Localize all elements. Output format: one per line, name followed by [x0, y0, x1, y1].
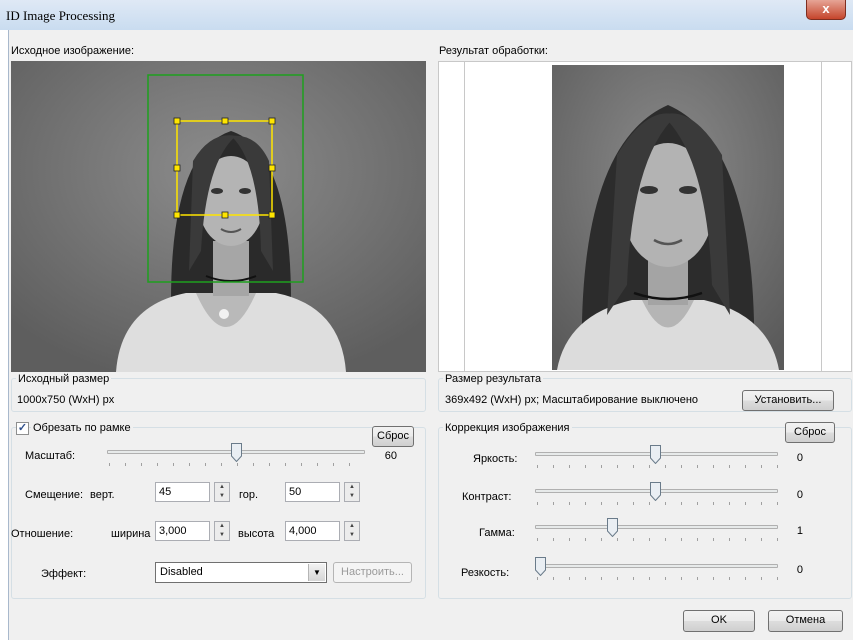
width-input[interactable]: 3,000: [155, 521, 210, 541]
crop-checkbox[interactable]: ✓: [16, 422, 29, 435]
sharpness-slider-thumb[interactable]: [535, 557, 546, 576]
result-photo: [552, 65, 784, 370]
sharpness-slider-ticks: [537, 577, 778, 580]
source-image-view[interactable]: [11, 61, 426, 372]
width-spinner[interactable]: ▲ ▼: [214, 521, 230, 541]
scale-slider-ticks: [109, 463, 365, 466]
gamma-slider-thumb[interactable]: [607, 518, 618, 537]
height-spinner[interactable]: ▲ ▼: [344, 521, 360, 541]
scale-label: Масштаб:: [25, 450, 76, 462]
effect-select-value: Disabled: [160, 566, 203, 578]
source-image-label: Исходное изображение:: [11, 45, 135, 57]
contrast-label: Контраст:: [462, 491, 512, 503]
height-input[interactable]: 4,000: [285, 521, 340, 541]
result-size-caption: Размер результата: [443, 373, 544, 385]
title-bar: ID Image Processing x: [0, 0, 853, 30]
brightness-slider-thumb[interactable]: [650, 445, 661, 464]
sharpness-label: Резкость:: [461, 567, 510, 579]
gamma-value: 1: [796, 525, 803, 537]
correction-reset-button[interactable]: Сброс: [785, 422, 835, 443]
crop-checkbox-label: Обрезать по рамке: [31, 422, 133, 434]
gamma-label: Гамма:: [479, 527, 515, 539]
result-image-label: Результат обработки:: [439, 45, 548, 57]
offset-label: Смещение:: [25, 489, 84, 501]
source-photo: [11, 61, 426, 372]
result-image-view: [438, 61, 852, 372]
set-size-button[interactable]: Установить...: [742, 390, 834, 411]
chevron-down-icon: ▼: [308, 564, 325, 581]
sharpness-slider-track[interactable]: [535, 564, 778, 568]
scale-value: 60: [384, 450, 397, 462]
brightness-label: Яркость:: [473, 453, 518, 465]
horiz-input[interactable]: 50: [285, 482, 340, 502]
ratio-label: Отношение:: [11, 528, 74, 540]
configure-effect-button[interactable]: Настроить...: [333, 562, 412, 583]
vert-label: верт.: [90, 489, 115, 501]
contrast-value: 0: [796, 489, 803, 501]
width-label: ширина: [111, 528, 151, 540]
contrast-slider-thumb[interactable]: [650, 482, 661, 501]
close-button[interactable]: x: [806, 0, 846, 20]
vert-spinner[interactable]: ▲ ▼: [214, 482, 230, 502]
horiz-spinner[interactable]: ▲ ▼: [344, 482, 360, 502]
source-size-caption: Исходный размер: [16, 373, 112, 385]
gamma-slider-track[interactable]: [535, 525, 778, 529]
ok-button[interactable]: OK: [683, 610, 755, 632]
correction-caption: Коррекция изображения: [443, 422, 572, 434]
result-size-value: 369x492 (WxH) px; Масштабирование выключ…: [445, 394, 699, 406]
contrast-slider-ticks: [537, 502, 778, 505]
brightness-slider-ticks: [537, 465, 778, 468]
height-label: высота: [238, 528, 275, 540]
vert-input[interactable]: 45: [155, 482, 210, 502]
dialog-client: Исходное изображение: Результат обработк…: [8, 30, 853, 640]
horiz-label: гор.: [239, 489, 259, 501]
gamma-slider-ticks: [537, 538, 778, 541]
window-title: ID Image Processing: [6, 8, 116, 23]
crop-reset-button[interactable]: Сброс: [372, 426, 414, 447]
cancel-button[interactable]: Отмена: [768, 610, 843, 632]
source-size-value: 1000x750 (WxH) px: [17, 394, 115, 406]
brightness-value: 0: [796, 452, 803, 464]
sharpness-value: 0: [796, 564, 803, 576]
scale-slider-thumb[interactable]: [231, 443, 242, 462]
effect-select[interactable]: Disabled ▼: [155, 562, 327, 583]
effect-label: Эффект:: [41, 568, 87, 580]
